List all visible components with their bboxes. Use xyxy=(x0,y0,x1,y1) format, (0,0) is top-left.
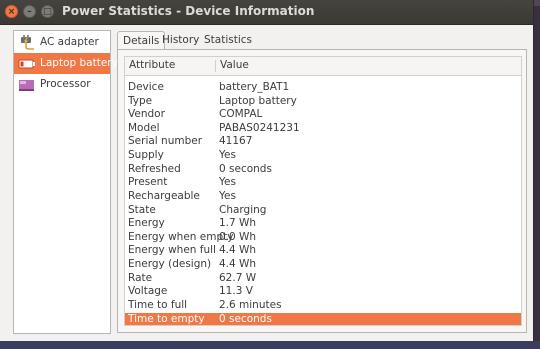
attribute-cell: Serial number xyxy=(128,135,203,148)
tab-history[interactable]: History xyxy=(157,31,204,49)
device-information-window: × – □ Power Statistics - Device Informat… xyxy=(0,0,534,341)
tab-label: History xyxy=(162,34,200,46)
value-cell: Yes xyxy=(219,189,236,202)
table-row[interactable]: Device battery_BAT1 xyxy=(125,81,521,95)
attribute-cell: Refreshed xyxy=(128,162,181,175)
table-row[interactable]: Time to empty 0 seconds xyxy=(125,312,521,325)
value-cell: PABAS0241231 xyxy=(219,121,300,134)
sidebar-item-label: Processor xyxy=(40,78,91,90)
sidebar-item-processor[interactable]: Processor xyxy=(14,74,110,95)
attribute-cell: Device xyxy=(128,81,164,93)
attribute-cell: Rechargeable xyxy=(128,189,200,202)
attribute-cell: Energy (design) xyxy=(128,258,212,271)
table-row[interactable]: Time to full 2.6 minutes xyxy=(125,299,521,313)
attribute-cell: Supply xyxy=(128,149,164,162)
window-title: Power Statistics - Device Information xyxy=(62,4,315,18)
table-row[interactable]: Energy 1.7 Wh xyxy=(125,217,521,231)
table-row[interactable]: Model PABAS0241231 xyxy=(125,122,521,136)
tab-label: Statistics xyxy=(204,34,252,46)
attribute-cell: Voltage xyxy=(128,285,168,298)
value-cell: 0 seconds xyxy=(219,162,272,175)
attribute-cell: Rate xyxy=(128,271,153,284)
attribute-cell: State xyxy=(128,203,156,216)
tab-label: Details xyxy=(123,35,160,47)
titlebar: × – □ Power Statistics - Device Informat… xyxy=(0,0,533,25)
attribute-cell: Energy when full xyxy=(128,244,216,257)
close-icon[interactable]: × xyxy=(5,5,18,18)
sidebar-item-laptop-battery[interactable]: Laptop battery xyxy=(14,53,118,74)
value-cell: 41167 xyxy=(219,135,253,148)
attribute-cell: Type xyxy=(128,94,153,107)
value-cell: 0.0 Wh xyxy=(219,230,257,243)
attribute-cell: Energy when empty xyxy=(128,230,234,243)
sidebar-item-ac-adapter[interactable]: AC adapter xyxy=(14,32,110,53)
value-cell: 62.7 W xyxy=(219,271,257,284)
attribute-cell: Energy xyxy=(128,217,165,230)
attribute-cell: Time to full xyxy=(128,298,188,311)
table-row[interactable]: Vendor COMPAL xyxy=(125,108,521,122)
tab-statistics[interactable]: Statistics xyxy=(199,31,257,49)
value-cell: 2.6 minutes xyxy=(219,298,282,311)
table-row[interactable]: Serial number 41167 xyxy=(125,135,521,149)
column-divider[interactable] xyxy=(215,60,216,72)
value-cell: 4.4 Wh xyxy=(219,244,257,257)
table-row[interactable]: Energy when full 4.4 Wh xyxy=(125,244,521,258)
sidebar-item-label: Laptop battery xyxy=(40,57,118,69)
attribute-cell: Time to empty xyxy=(128,312,205,325)
value-cell: Laptop battery xyxy=(219,94,297,107)
details-table[interactable]: Attribute Value Device battery_BAT1 Type La… xyxy=(124,56,522,326)
value-cell: 1.7 Wh xyxy=(219,217,257,230)
table-row[interactable]: State Charging xyxy=(125,204,521,218)
value-cell: 0 seconds xyxy=(219,312,272,325)
value-cell: battery_BAT1 xyxy=(219,81,290,93)
maximize-icon[interactable]: □ xyxy=(41,5,54,18)
attribute-cell: Model xyxy=(128,121,160,134)
value-cell: Yes xyxy=(219,176,236,189)
value-cell: Charging xyxy=(219,203,267,216)
table-row[interactable]: Energy (design) 4.4 Wh xyxy=(125,258,521,272)
table-row[interactable]: Refreshed 0 seconds xyxy=(125,163,521,177)
table-row[interactable]: Supply Yes xyxy=(125,149,521,163)
attribute-cell: Present xyxy=(128,176,168,189)
table-row[interactable]: Voltage 11.3 V xyxy=(125,285,521,299)
desktop-background-bottom xyxy=(0,341,540,349)
details-panel: Attribute Value Device battery_BAT1 Type La… xyxy=(117,49,527,333)
minimize-icon[interactable]: – xyxy=(23,5,36,18)
table-row[interactable]: Rate 62.7 W xyxy=(125,272,521,286)
processor-icon xyxy=(19,80,34,91)
sidebar-item-label: AC adapter xyxy=(40,36,99,48)
table-header: Attribute Value xyxy=(125,57,521,76)
value-cell: COMPAL xyxy=(219,108,263,121)
value-cell: 11.3 V xyxy=(219,285,253,298)
column-header-attribute[interactable]: Attribute xyxy=(129,59,175,71)
battery-icon xyxy=(18,59,35,69)
device-list[interactable]: AC adapter Laptop battery Processor xyxy=(13,30,118,334)
attribute-cell: Vendor xyxy=(128,108,165,121)
table-row[interactable]: Present Yes xyxy=(125,176,521,190)
table-row[interactable]: Rechargeable Yes xyxy=(125,190,521,204)
column-header-value[interactable]: Value xyxy=(220,59,249,71)
value-cell: Yes xyxy=(219,149,236,162)
value-cell: 4.4 Wh xyxy=(219,258,257,271)
ac-adapter-icon xyxy=(21,35,34,50)
table-row[interactable]: Energy when empty 0.0 Wh xyxy=(125,231,521,245)
table-row[interactable]: Type Laptop battery xyxy=(125,95,521,109)
